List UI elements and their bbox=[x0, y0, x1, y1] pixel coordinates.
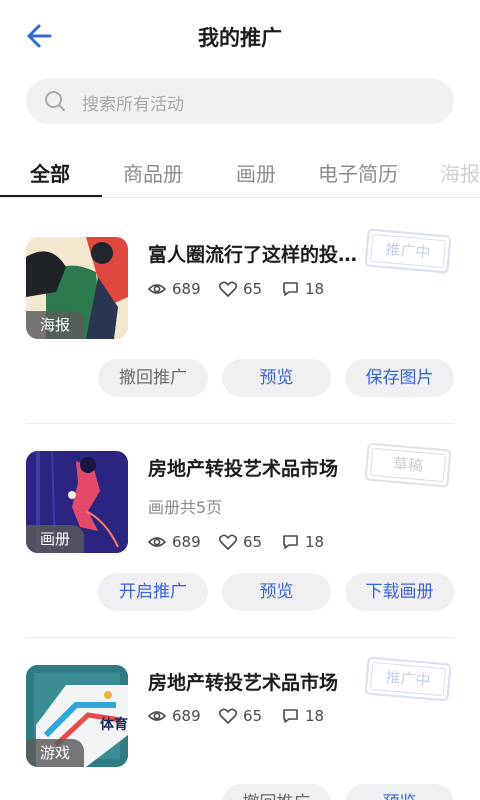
views-count: 689 bbox=[172, 707, 201, 725]
save-image-button[interactable]: 保存图片 bbox=[345, 359, 454, 397]
page-count: 画册共5页 bbox=[148, 498, 223, 517]
withdraw-promotion-button[interactable]: 撤回推广 bbox=[222, 784, 331, 800]
search-bar[interactable]: 搜索所有活动 bbox=[26, 78, 454, 124]
stats-row: 689 65 18 bbox=[148, 280, 348, 300]
active-tab-indicator bbox=[0, 195, 102, 197]
views-stat: 689 bbox=[148, 533, 201, 551]
comments-stat: 18 bbox=[282, 533, 324, 551]
search-icon bbox=[45, 91, 65, 111]
views-stat: 689 bbox=[148, 707, 201, 725]
eye-icon bbox=[148, 537, 166, 547]
likes-count: 65 bbox=[243, 533, 263, 551]
item-title: 房地产转投艺术品市场 bbox=[148, 458, 339, 480]
heart-icon bbox=[219, 534, 237, 550]
preview-button[interactable]: 预览 bbox=[222, 573, 331, 611]
item-title: 富人圈流行了这样的投… bbox=[148, 244, 358, 266]
download-album-button[interactable]: 下载画册 bbox=[345, 573, 454, 611]
tab-resume[interactable]: 电子简历 bbox=[318, 158, 398, 187]
comment-icon bbox=[283, 535, 298, 549]
stats-row: 689 65 18 bbox=[148, 707, 348, 727]
thumbnail-image: 画册 bbox=[26, 451, 128, 553]
tab-all[interactable]: 全部 bbox=[30, 158, 70, 187]
tab-poster[interactable]: 海报 bbox=[440, 158, 480, 187]
status-stamp: 推广中 bbox=[364, 228, 452, 274]
withdraw-promotion-button[interactable]: 撤回推广 bbox=[98, 359, 208, 397]
status-stamp: 推广中 bbox=[364, 656, 452, 702]
type-badge: 画册 bbox=[26, 525, 85, 553]
comments-count: 18 bbox=[305, 707, 325, 725]
likes-stat: 65 bbox=[219, 707, 262, 725]
preview-button[interactable]: 预览 bbox=[345, 784, 454, 800]
thumbnail-image: 体育 游戏 bbox=[26, 665, 128, 767]
comment-icon bbox=[283, 282, 298, 296]
likes-stat: 65 bbox=[219, 280, 262, 298]
views-count: 689 bbox=[172, 533, 201, 551]
svg-text:体育: 体育 bbox=[100, 716, 128, 733]
views-stat: 689 bbox=[148, 280, 201, 298]
preview-button[interactable]: 预览 bbox=[222, 359, 331, 397]
comment-icon bbox=[283, 709, 298, 723]
type-badge: 游戏 bbox=[26, 739, 85, 767]
eye-icon bbox=[148, 711, 166, 721]
thumbnail-image: 海报 bbox=[26, 237, 128, 339]
likes-count: 65 bbox=[243, 707, 263, 725]
tab-album[interactable]: 画册 bbox=[236, 158, 276, 187]
search-input[interactable]: 搜索所有活动 bbox=[82, 90, 184, 115]
page-title: 我的推广 bbox=[198, 26, 282, 50]
start-promotion-button[interactable]: 开启推广 bbox=[98, 573, 208, 611]
type-badge: 海报 bbox=[26, 311, 85, 339]
likes-stat: 65 bbox=[219, 533, 262, 551]
tab-product-catalog[interactable]: 商品册 bbox=[123, 158, 183, 187]
heart-icon bbox=[219, 281, 237, 297]
comments-stat: 18 bbox=[282, 707, 324, 725]
comments-stat: 18 bbox=[282, 280, 324, 298]
stats-row: 689 65 18 bbox=[148, 533, 348, 553]
heart-icon bbox=[219, 708, 237, 724]
divider bbox=[26, 637, 454, 638]
status-stamp: 草稿 bbox=[364, 442, 452, 488]
comments-count: 18 bbox=[305, 533, 325, 551]
likes-count: 65 bbox=[243, 280, 263, 298]
divider bbox=[26, 423, 454, 424]
tab-bar: 全部 商品册 画册 电子简历 海报 bbox=[0, 150, 480, 198]
item-title: 房地产转投艺术品市场 bbox=[148, 672, 339, 694]
comments-count: 18 bbox=[305, 280, 325, 298]
nav-bar: 我的推广 bbox=[0, 0, 480, 70]
views-count: 689 bbox=[172, 280, 201, 298]
eye-icon bbox=[148, 284, 166, 294]
